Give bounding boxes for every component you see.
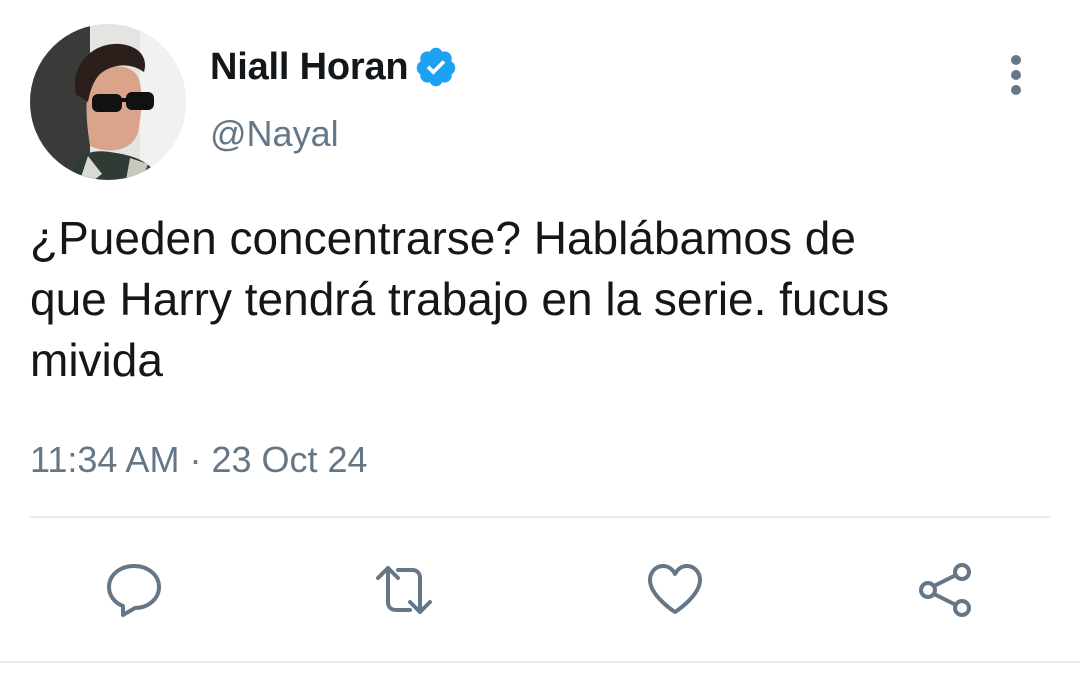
- retweet-button[interactable]: [374, 560, 434, 620]
- retweet-arrows-icon: [376, 566, 432, 614]
- heart-icon: [648, 564, 702, 614]
- author-handle[interactable]: @Nayal: [210, 112, 339, 156]
- tweet-text: ¿Pueden concentrarse? Hablábamos de que …: [30, 212, 890, 386]
- verified-badge-icon: [414, 45, 458, 89]
- tweet-time: 11:34 AM: [30, 439, 180, 480]
- speech-bubble-icon: [107, 564, 161, 617]
- profile-photo-icon: [30, 24, 186, 180]
- share-button[interactable]: [916, 560, 976, 620]
- author-display-name[interactable]: Niall Horan: [210, 44, 409, 90]
- tweet-card: Niall Horan @Nayal ¿Pueden concentrarse?…: [0, 0, 1080, 681]
- share-icon: [919, 563, 971, 617]
- bottom-divider: [0, 661, 1080, 663]
- more-options-icon[interactable]: [996, 52, 1036, 98]
- author-name-row: Niall Horan: [210, 44, 458, 90]
- meta-separator: ·: [189, 439, 202, 480]
- tweet-date: 23 Oct 24: [211, 439, 368, 480]
- reply-button[interactable]: [104, 560, 164, 620]
- divider: [30, 516, 1050, 518]
- avatar[interactable]: [30, 24, 186, 180]
- tweet-timestamp[interactable]: 11:34 AM · 23 Oct 24: [30, 436, 368, 484]
- like-button[interactable]: [645, 560, 705, 620]
